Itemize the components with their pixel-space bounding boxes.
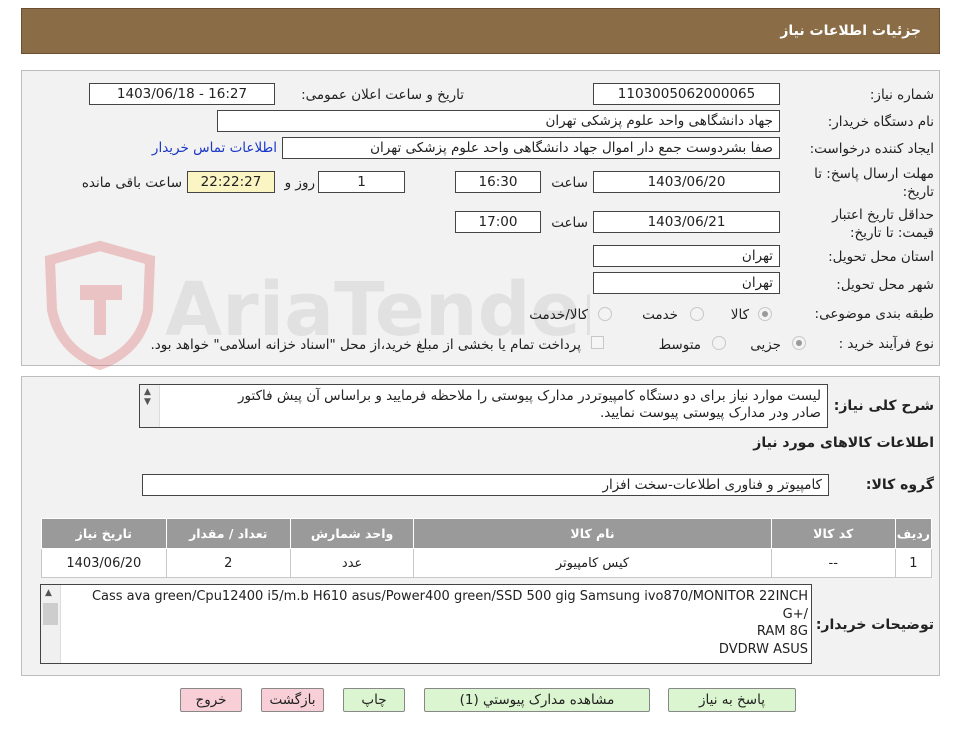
deadline-time-label: ساعت — [551, 175, 588, 191]
cell-date: 1403/06/20 — [41, 548, 167, 578]
category-radio-goods[interactable] — [758, 307, 772, 321]
province-field: تهران — [593, 245, 780, 267]
col-code: کد کالا — [770, 518, 896, 549]
days-field: 1 — [318, 171, 405, 193]
deadline-label: مهلت ارسال پاسخ: تا تاریخ: — [814, 166, 934, 200]
province-label: استان محل تحویل: — [828, 249, 934, 265]
cell-unit: عدد — [289, 548, 415, 578]
buyer-notes-line-3: RAM 8G — [756, 624, 808, 639]
cell-quantity: 2 — [165, 548, 291, 578]
goods-info-title: اطلاعات کالاهای مورد نیاز — [753, 435, 934, 451]
col-quantity: تعداد / مقدار — [165, 518, 291, 549]
summary-line-1: لیست موارد نیاز برای دو دستگاه کامپیوترد… — [238, 388, 821, 404]
summary-line-2: صادر ودر مدارک پیوستی پیوست نمایید. — [600, 405, 821, 421]
col-name: نام کالا — [413, 518, 772, 549]
validity-time-field: 17:00 — [455, 211, 541, 233]
summary-label: شرح کلی نیاز: — [833, 398, 934, 414]
buyer-org-field: جهاد دانشگاهی واحد علوم پزشکی تهران — [217, 110, 780, 132]
need-number-label: شماره نیاز: — [869, 87, 934, 103]
validity-label: حداقل تاریخ اعتبار قیمت: تا تاریخ: — [832, 207, 934, 241]
city-field: تهران — [593, 272, 780, 294]
category-radio-service[interactable] — [690, 307, 704, 321]
reply-button[interactable]: پاسخ به نیاز — [668, 688, 796, 712]
page-header: جزئیات اطلاعات نیاز — [21, 8, 940, 54]
col-row: ردیف — [894, 518, 933, 549]
exit-button[interactable]: خروج — [180, 688, 242, 712]
category-label: طبقه بندی موضوعی: — [814, 306, 934, 322]
scroll-up-icon[interactable]: ▲ — [144, 387, 151, 397]
buyer-notes-line-2: G+/ — [782, 606, 808, 622]
buyer-notes-line-1: Cass ava green/Cpu12400 i5/m.b H610 asus… — [91, 589, 808, 604]
scroll-down-icon[interactable]: ▼ — [144, 397, 151, 407]
buyer-notes-line-4: DVDRW ASUS — [718, 641, 808, 657]
city-label: شهر محل تحویل: — [836, 277, 934, 293]
goods-table: ردیف کد کالا نام کالا واحد شمارش تعداد /… — [41, 518, 933, 578]
table-row: 1 -- کیس کامپیوتر عدد 2 1403/06/20 — [41, 548, 933, 578]
deadline-time-field: 16:30 — [455, 171, 541, 193]
creator-label: ایجاد کننده درخواست: — [809, 141, 934, 157]
payment-note: پرداخت تمام یا بخشی از مبلغ خرید،از محل … — [150, 337, 581, 353]
validity-time-label: ساعت — [551, 215, 588, 231]
process-option-minor: جزیی — [750, 337, 781, 353]
col-date: تاریخ نیاز — [41, 518, 167, 549]
buyer-notes-label: توضیحات خریدار: — [815, 617, 934, 633]
col-unit: واحد شمارش — [289, 518, 415, 549]
view-attachments-button[interactable]: مشاهده مدارک پیوستي (1) — [424, 688, 650, 712]
back-button[interactable]: بازگشت — [261, 688, 324, 712]
category-radio-goods-service[interactable] — [598, 307, 612, 321]
buyer-org-label: نام دستگاه خریدار: — [827, 114, 934, 130]
goods-table-header: ردیف کد کالا نام کالا واحد شمارش تعداد /… — [41, 518, 933, 549]
validity-date-field: 1403/06/21 — [593, 211, 780, 233]
cell-name: کیس کامپیوتر — [413, 548, 772, 578]
process-radio-medium[interactable] — [712, 336, 726, 350]
process-radio-minor[interactable] — [792, 336, 806, 350]
process-option-medium: متوسط — [658, 337, 701, 353]
buyer-notes-textarea[interactable]: ▲ Cass ava green/Cpu12400 i5/m.b H610 as… — [40, 584, 812, 664]
remaining-label: ساعت باقی مانده — [81, 175, 182, 191]
goods-group-label: گروه کالا: — [865, 477, 934, 493]
scroll-thumb[interactable] — [43, 603, 58, 625]
category-option-goods-service: کالا/خدمت — [529, 307, 588, 323]
cell-code: -- — [770, 548, 896, 578]
scroll-up-icon[interactable]: ▲ — [45, 588, 52, 598]
treasury-checkbox[interactable] — [591, 336, 604, 349]
notes-scrollbar[interactable]: ▲ — [41, 585, 61, 663]
remaining-time-field: 22:22:27 — [187, 171, 275, 193]
cell-row: 1 — [894, 548, 933, 578]
process-label: نوع فرآیند خرید : — [838, 336, 934, 352]
announce-field: 1403/06/18 - 16:27 — [89, 83, 275, 105]
goods-group-field: کامپیوتر و فناوری اطلاعات-سخت افزار — [142, 474, 829, 496]
deadline-date-field: 1403/06/20 — [593, 171, 780, 193]
summary-scrollbar[interactable]: ▲ ▼ — [140, 385, 160, 427]
days-label: روز و — [284, 175, 315, 191]
contact-buyer-link[interactable]: اطلاعات تماس خریدار — [152, 140, 277, 156]
page-title: جزئیات اطلاعات نیاز — [780, 23, 921, 39]
creator-field: صفا بشردوست جمع دار اموال جهاد دانشگاهی … — [282, 137, 780, 159]
print-button[interactable]: چاپ — [343, 688, 405, 712]
category-option-goods: کالا — [730, 307, 749, 323]
summary-textarea[interactable]: ▲ ▼ لیست موارد نیاز برای دو دستگاه کامپی… — [139, 384, 828, 428]
category-option-service: خدمت — [642, 307, 678, 323]
announce-label: تاریخ و ساعت اعلان عمومی: — [301, 87, 464, 103]
need-number-field: 1103005062000065 — [593, 83, 780, 105]
